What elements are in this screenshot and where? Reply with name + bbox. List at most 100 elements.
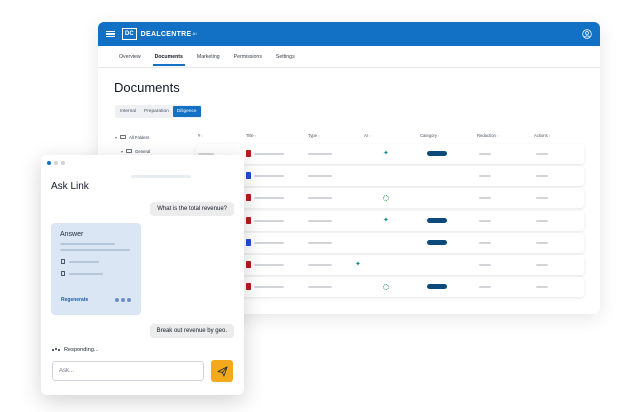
row-type-placeholder (308, 286, 332, 289)
document-icon[interactable] (61, 271, 65, 276)
more-options-icon[interactable] (115, 298, 131, 302)
row-redaction-placeholder (479, 264, 491, 266)
tree-label-child: General (135, 148, 151, 154)
row-title-placeholder[interactable] (254, 197, 284, 200)
source-link-line[interactable] (69, 261, 99, 263)
category-badge (427, 151, 447, 156)
pdf-file-icon (246, 216, 251, 224)
row-redaction-placeholder (479, 241, 491, 244)
chevron-down-icon[interactable]: ▾ (115, 135, 117, 140)
main-tabs: Overview Documents Marketing Permissions… (98, 46, 600, 68)
row-title-placeholder[interactable] (254, 175, 284, 178)
row-actions-placeholder[interactable] (536, 175, 548, 178)
segment-control: Internal Preparation Diligence (115, 105, 202, 118)
ai-processing-icon (383, 195, 389, 202)
tree-label-root: All Folders (129, 134, 150, 140)
send-button[interactable] (211, 360, 233, 382)
user-circle-icon[interactable] (582, 29, 592, 39)
sparkle-icon[interactable]: ✦ (355, 261, 361, 268)
send-icon (217, 366, 227, 376)
row-actions-placeholder[interactable] (536, 153, 548, 155)
folder-tree: ▾ All Folders ▾ General (115, 130, 150, 158)
row-actions-placeholder[interactable] (536, 264, 548, 266)
row-title-placeholder[interactable] (254, 153, 284, 155)
segment-diligence[interactable]: Diligence (172, 106, 201, 117)
column-header-category[interactable]: Category (420, 133, 440, 138)
doc-file-icon (246, 172, 251, 180)
column-header-type[interactable]: Type (308, 133, 320, 138)
column-header-redaction[interactable]: Redaction (477, 133, 499, 138)
row-type-placeholder (308, 219, 332, 222)
row-type-placeholder (308, 175, 332, 178)
row-actions-placeholder[interactable] (536, 197, 548, 200)
pdf-file-icon (246, 150, 251, 157)
brand-text: DEALCENTRE (140, 30, 192, 38)
segment-preparation[interactable]: Preparation (140, 106, 173, 117)
pdf-file-icon (246, 261, 251, 268)
pdf-file-icon (246, 194, 251, 202)
chevron-down-icon[interactable]: ▾ (121, 149, 123, 154)
ask-link-panel: Ask Link What is the total revenue? Answ… (41, 155, 244, 395)
brand-suffix: AI (192, 30, 197, 36)
doc-file-icon (246, 238, 251, 246)
sparkle-icon[interactable]: ✦ (383, 217, 389, 224)
table-row[interactable]: ✦ (196, 210, 584, 231)
panel-title: Ask Link (51, 181, 89, 192)
ai-processing-icon (383, 284, 389, 291)
window-dots (47, 161, 65, 165)
answer-heading: Answer (60, 231, 84, 238)
regenerate-button[interactable]: Regenerate (61, 297, 88, 303)
column-header-title[interactable]: Title (246, 133, 257, 138)
row-title-placeholder[interactable] (254, 219, 284, 222)
title-placeholder (131, 175, 191, 178)
document-icon[interactable] (61, 259, 65, 264)
row-redaction-placeholder (479, 153, 491, 155)
category-badge (427, 217, 447, 223)
row-redaction-placeholder (479, 286, 491, 289)
row-title-placeholder[interactable] (254, 286, 284, 289)
table-row[interactable] (196, 166, 584, 187)
source-link-line[interactable] (69, 273, 103, 275)
tab-permissions[interactable]: Permissions (227, 47, 269, 67)
answer-card: Answer Regenerate (51, 223, 141, 315)
stage: DC DEALCENTRE AI Overview Documents Mark… (0, 0, 642, 412)
brand-name: DEALCENTRE AI (141, 31, 197, 38)
page-title: Documents (114, 80, 180, 95)
column-header-index[interactable]: # (198, 133, 203, 138)
responding-text: Responding... (64, 347, 99, 353)
folder-icon (126, 149, 133, 153)
menu-icon[interactable] (106, 30, 115, 38)
row-actions-placeholder[interactable] (536, 219, 548, 222)
row-type-placeholder (308, 241, 332, 244)
sparkle-icon[interactable]: ✦ (383, 150, 389, 157)
table-row[interactable] (196, 232, 584, 253)
table-header: # Title Type AI Category Redaction Actio… (198, 130, 583, 144)
table-row[interactable]: ✦ (196, 144, 584, 164)
table-row[interactable]: ✦ (196, 255, 584, 275)
column-header-ai[interactable]: AI (364, 133, 371, 138)
tab-settings[interactable]: Settings (269, 47, 302, 67)
answer-text-line (60, 249, 130, 251)
row-redaction-placeholder (479, 175, 491, 178)
row-redaction-placeholder (479, 197, 491, 200)
logo-mark: DC (122, 28, 137, 40)
row-title-placeholder[interactable] (254, 241, 284, 244)
row-title-placeholder[interactable] (254, 264, 284, 266)
user-message: What is the total revenue? (150, 202, 234, 216)
row-type-placeholder (308, 264, 332, 266)
row-actions-placeholder[interactable] (536, 241, 548, 244)
segment-internal[interactable]: Internal (116, 106, 140, 117)
column-header-actions[interactable]: Actions (534, 133, 550, 138)
category-badge (427, 239, 447, 245)
table-row[interactable] (196, 188, 584, 209)
tab-marketing[interactable]: Marketing (190, 47, 227, 67)
table-row[interactable] (196, 277, 584, 298)
tab-documents[interactable]: Documents (148, 47, 190, 67)
tree-item-all-folders[interactable]: ▾ All Folders (115, 130, 150, 144)
row-actions-placeholder[interactable] (536, 286, 548, 289)
answer-text-line (60, 243, 115, 245)
pdf-file-icon (246, 283, 251, 291)
folder-icon (120, 135, 127, 139)
ask-input[interactable] (52, 361, 204, 381)
tab-overview[interactable]: Overview (112, 47, 148, 67)
